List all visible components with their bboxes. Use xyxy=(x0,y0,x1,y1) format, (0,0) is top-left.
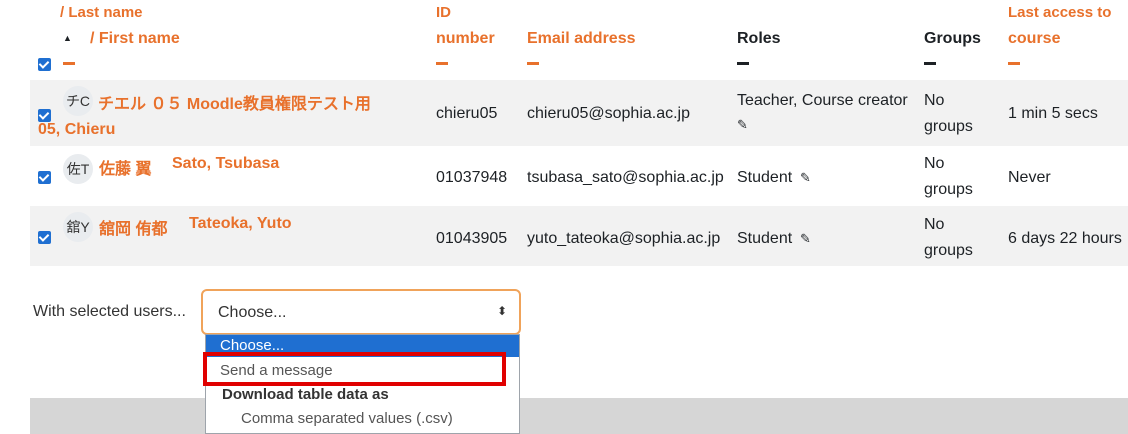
email-cell: tsubasa_sato@sophia.ac.jp xyxy=(527,169,724,186)
with-selected-label: With selected users... xyxy=(33,303,186,320)
avatar[interactable]: 舘Y xyxy=(63,212,93,242)
column-collapse-name[interactable] xyxy=(63,62,75,65)
user-name-jp-link[interactable]: 佐藤 翼 xyxy=(99,155,151,179)
user-name-en-link[interactable]: Sato, Tsubasa xyxy=(172,155,279,173)
column-collapse-email[interactable] xyxy=(527,62,539,65)
last-access-cell: Never xyxy=(1008,169,1051,186)
bulk-action-select[interactable]: Choose... ⬍ xyxy=(201,289,521,335)
edit-roles-pencil-icon[interactable]: ✎ xyxy=(800,170,811,186)
select-all-checkbox[interactable] xyxy=(38,58,51,71)
header-last-name[interactable]: / Last name xyxy=(60,4,143,21)
header-id-number[interactable]: number xyxy=(436,30,495,48)
edit-roles-pencil-icon[interactable]: ✎ xyxy=(737,117,748,133)
roles-cell: Student xyxy=(737,169,793,186)
user-name-en-link[interactable]: Tateoka, Yuto xyxy=(189,215,292,233)
user-name-link-cont[interactable]: 05, Chieru xyxy=(38,121,115,139)
id-number-cell: 01037948 xyxy=(436,169,508,186)
email-cell: chieru05@sophia.ac.jp xyxy=(527,105,691,122)
select-arrows-icon: ⬍ xyxy=(497,304,508,318)
last-access-cell: 6 days 22 hours xyxy=(1008,230,1122,247)
header-roles: Roles xyxy=(737,30,781,47)
sort-ascending-icon[interactable]: ▲ xyxy=(63,33,72,43)
id-number-cell: chieru05 xyxy=(436,105,498,122)
roles-cell: Teacher, Course creator xyxy=(737,92,908,109)
column-collapse-last-access[interactable] xyxy=(1008,62,1020,65)
row-checkbox[interactable] xyxy=(38,171,51,184)
user-name-link[interactable]: チエル ０５ Moodle教員権限テスト用 xyxy=(98,90,371,114)
highlight-box xyxy=(203,352,506,386)
groups-cell-cont: groups xyxy=(924,242,973,259)
header-last-access-top[interactable]: Last access to xyxy=(1008,4,1111,21)
last-access-cell: 1 min 5 secs xyxy=(1008,105,1098,122)
email-cell: yuto_tateoka@sophia.ac.jp xyxy=(527,230,721,247)
column-collapse-roles[interactable] xyxy=(737,62,749,65)
column-collapse-groups[interactable] xyxy=(924,62,936,65)
roles-cell: Student xyxy=(737,230,793,247)
avatar[interactable]: 佐T xyxy=(63,154,93,184)
groups-cell-cont: groups xyxy=(924,181,973,198)
dropdown-group-download: Download table data as xyxy=(222,386,389,403)
row-checkbox[interactable] xyxy=(38,231,51,244)
page-footer-band xyxy=(30,398,1128,434)
id-number-cell: 01043905 xyxy=(436,230,508,247)
dropdown-option-csv[interactable]: Comma separated values (.csv) xyxy=(206,409,519,431)
header-groups: Groups xyxy=(924,30,981,47)
avatar[interactable]: チC xyxy=(63,86,93,116)
header-last-access[interactable]: course xyxy=(1008,30,1060,48)
groups-cell: No xyxy=(924,155,945,172)
groups-cell: No xyxy=(924,92,945,109)
header-first-name[interactable]: / First name xyxy=(90,30,180,48)
option-label: Comma separated values (.csv) xyxy=(241,410,453,427)
column-collapse-id[interactable] xyxy=(436,62,448,65)
groups-cell-cont: groups xyxy=(924,118,973,135)
header-id-top[interactable]: ID xyxy=(436,4,451,21)
user-name-jp-link[interactable]: 舘岡 侑都 xyxy=(99,215,167,239)
edit-roles-pencil-icon[interactable]: ✎ xyxy=(800,231,811,247)
header-email[interactable]: Email address xyxy=(527,30,636,48)
groups-cell: No xyxy=(924,216,945,233)
select-value: Choose... xyxy=(218,304,287,321)
